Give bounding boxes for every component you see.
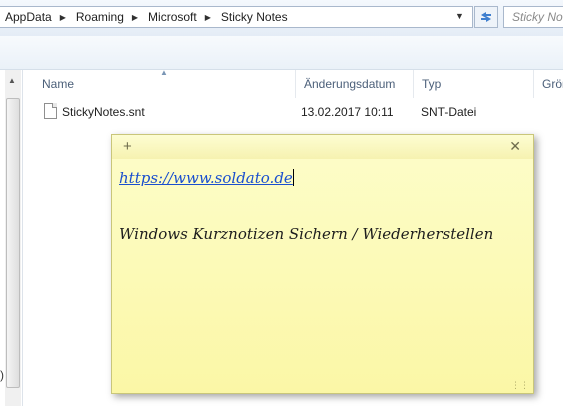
address-bar: AppData ▶ Roaming ▶ Microsoft ▶ Sticky N… <box>0 0 563 36</box>
column-header-date[interactable]: Änderungsdatum <box>296 70 414 98</box>
note-link[interactable]: https://www.soldato.de <box>119 169 293 187</box>
sticky-note[interactable]: + ✕ https://www.soldato.de Windows Kurzn… <box>111 134 534 394</box>
refresh-icon <box>481 12 491 22</box>
breadcrumb-item-appdata[interactable]: AppData <box>0 10 56 24</box>
navigation-scroll-thumb[interactable] <box>6 98 20 388</box>
note-titlebar[interactable]: + ✕ <box>112 135 533 159</box>
breadcrumb[interactable]: AppData ▶ Roaming ▶ Microsoft ▶ Sticky N… <box>0 6 473 28</box>
breadcrumb-item-microsoft[interactable]: Microsoft <box>142 10 201 24</box>
file-name[interactable]: StickyNotes.snt <box>62 105 145 119</box>
clipped-label: ) <box>0 368 4 382</box>
chevron-down-icon[interactable]: ▼ <box>455 11 464 21</box>
chevron-right-icon[interactable]: ▶ <box>56 13 70 22</box>
file-modified: 13.02.2017 10:11 <box>301 105 394 119</box>
search-input[interactable]: Sticky Notes <box>503 6 563 28</box>
chevron-right-icon[interactable]: ▶ <box>128 13 142 22</box>
document-icon <box>44 103 57 119</box>
resize-grip-icon[interactable]: ⋮⋮ <box>511 380 529 391</box>
close-icon[interactable]: ✕ <box>509 138 521 155</box>
scroll-up-icon[interactable]: ▲ <box>8 76 16 85</box>
text-caret <box>292 169 294 186</box>
table-row[interactable]: StickyNotes.snt 13.02.2017 10:11 SNT-Dat… <box>34 101 563 123</box>
breadcrumb-item-roaming[interactable]: Roaming <box>70 10 128 24</box>
command-bar <box>0 36 563 70</box>
file-type: SNT-Datei <box>421 105 477 119</box>
plus-icon[interactable]: + <box>123 138 132 155</box>
chevron-right-icon[interactable]: ▶ <box>201 13 215 22</box>
note-text: Windows Kurznotizen Sichern / Wiederhers… <box>119 225 494 243</box>
column-header-size[interactable]: Größe <box>534 70 563 98</box>
column-header-type[interactable]: Typ <box>414 70 534 98</box>
breadcrumb-item-sticky-notes[interactable]: Sticky Notes <box>215 10 292 24</box>
note-content[interactable]: https://www.soldato.de Windows Kurznotiz… <box>119 169 519 243</box>
sort-ascending-icon: ▲ <box>160 68 168 77</box>
refresh-button[interactable] <box>474 6 498 28</box>
